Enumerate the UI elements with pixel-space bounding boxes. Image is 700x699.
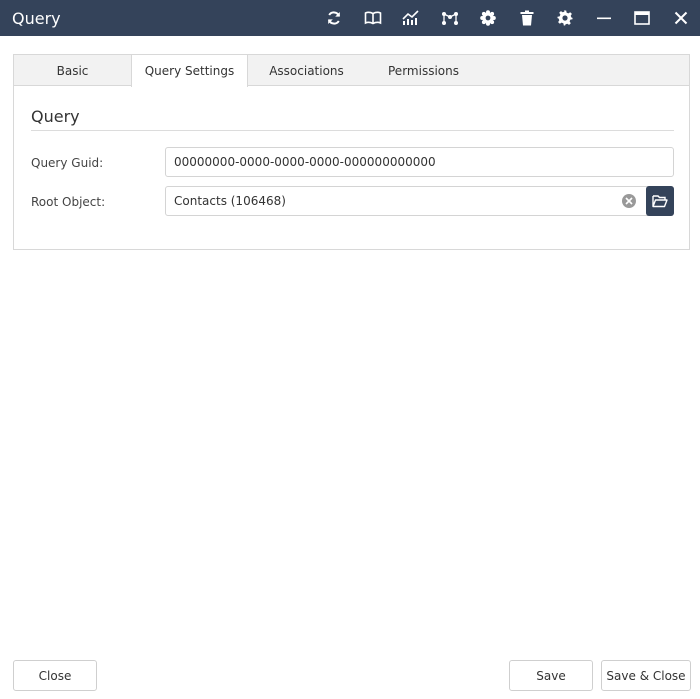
root-object-field[interactable]: Contacts (106468): [165, 186, 674, 216]
toolbar: [315, 0, 700, 36]
gear-icon[interactable]: [546, 0, 585, 36]
tab-associations[interactable]: Associations: [248, 55, 365, 86]
close-button[interactable]: Close: [13, 660, 97, 691]
maximize-icon[interactable]: [623, 0, 662, 36]
root-object-value: Contacts (106468): [174, 194, 286, 208]
query-guid-label: Query Guid:: [31, 156, 104, 170]
query-guid-field[interactable]: 00000000-0000-0000-0000-000000000000: [165, 147, 674, 177]
settings-panel: Basic Query Settings Associations Permis…: [13, 54, 690, 250]
save-and-close-button[interactable]: Save & Close: [601, 660, 691, 691]
trash-icon[interactable]: [508, 0, 547, 36]
refresh-icon[interactable]: [315, 0, 354, 36]
window-title: Query: [12, 8, 61, 28]
cog-flower-icon[interactable]: [469, 0, 508, 36]
title-bar: Query: [0, 0, 700, 36]
chart-icon[interactable]: [392, 0, 431, 36]
tab-query-settings[interactable]: Query Settings: [131, 55, 248, 87]
close-icon[interactable]: [662, 0, 700, 36]
section-title: Query: [31, 107, 80, 126]
clear-icon[interactable]: [622, 194, 636, 208]
folder-open-icon[interactable]: [646, 186, 674, 216]
minimize-icon[interactable]: [585, 0, 624, 36]
save-button[interactable]: Save: [509, 660, 593, 691]
tab-bar: Basic Query Settings Associations Permis…: [14, 55, 689, 87]
root-object-label: Root Object:: [31, 195, 106, 209]
network-icon[interactable]: [431, 0, 470, 36]
tab-basic[interactable]: Basic: [14, 55, 131, 86]
section-divider: [31, 130, 674, 131]
query-guid-value: 00000000-0000-0000-0000-000000000000: [174, 155, 436, 169]
tab-permissions[interactable]: Permissions: [365, 55, 482, 86]
book-icon[interactable]: [354, 0, 393, 36]
